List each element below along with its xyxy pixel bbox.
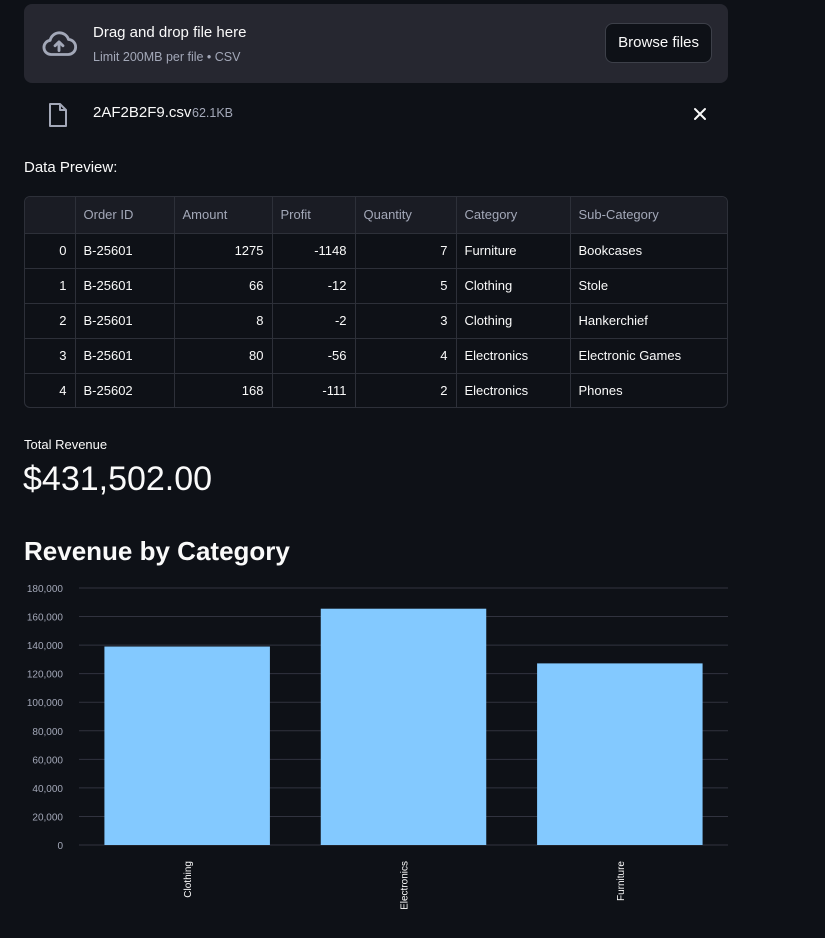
cell-order-id[interactable]: B-25601: [75, 338, 175, 374]
bar-furniture[interactable]: [537, 663, 703, 845]
x-tick-label: Furniture: [616, 861, 627, 901]
cell-order-id[interactable]: B-25601: [75, 303, 175, 339]
cell-category[interactable]: Clothing: [456, 303, 571, 339]
uploaded-file-row: 2AF2B2F9.csv 62.1KB: [24, 94, 728, 134]
cell-sub-category[interactable]: Stole: [570, 268, 727, 304]
cell-order-id[interactable]: B-25602: [75, 373, 175, 407]
dropzone-subtitle: Limit 200MB per file • CSV: [93, 50, 241, 64]
y-tick-label: 40,000: [32, 784, 63, 795]
y-tick-label: 20,000: [32, 812, 63, 823]
row-index: 4: [25, 373, 76, 407]
x-tick-label: Clothing: [183, 861, 194, 898]
cell-quantity[interactable]: 5: [355, 268, 457, 304]
table-row: 0 B-25601 1275 -1148 7 Furniture Bookcas…: [25, 233, 727, 269]
cell-category[interactable]: Electronics: [456, 373, 571, 407]
data-preview-label: Data Preview:: [24, 159, 118, 176]
y-tick-label: 0: [57, 841, 63, 852]
table-row: 1 B-25601 66 -12 5 Clothing Stole: [25, 268, 727, 304]
cell-profit[interactable]: -56: [272, 338, 356, 374]
column-header-index[interactable]: [25, 197, 76, 234]
y-tick-label: 60,000: [32, 755, 63, 766]
column-header-category[interactable]: Category: [456, 197, 571, 234]
table-header-row: Order ID Amount Profit Quantity Category…: [25, 197, 727, 234]
cell-amount[interactable]: 8: [174, 303, 273, 339]
y-tick-label: 80,000: [32, 727, 63, 738]
cell-sub-category[interactable]: Bookcases: [570, 233, 727, 269]
total-revenue-label: Total Revenue: [24, 437, 108, 452]
bar-electronics[interactable]: [320, 608, 487, 845]
bar-clothing[interactable]: [104, 646, 270, 845]
y-tick-label: 120,000: [27, 670, 64, 681]
cell-quantity[interactable]: 3: [355, 303, 457, 339]
cell-profit[interactable]: -2: [272, 303, 356, 339]
cell-amount[interactable]: 1275: [174, 233, 273, 269]
table-row: 3 B-25601 80 -56 4 Electronics Electroni…: [25, 338, 727, 374]
row-index: 3: [25, 338, 76, 374]
cell-profit[interactable]: -111: [272, 373, 356, 407]
cell-sub-category[interactable]: Hankerchief: [570, 303, 727, 339]
dropzone-title: Drag and drop file here: [93, 24, 247, 41]
cell-sub-category[interactable]: Electronic Games: [570, 338, 727, 374]
data-preview-table[interactable]: Order ID Amount Profit Quantity Category…: [24, 196, 728, 408]
chart-title: Revenue by Category: [24, 536, 290, 566]
total-revenue-value: $431,502.00: [23, 460, 213, 498]
cell-category[interactable]: Clothing: [456, 268, 571, 304]
close-icon[interactable]: [690, 104, 710, 124]
column-header-amount[interactable]: Amount: [174, 197, 273, 234]
cell-amount[interactable]: 66: [174, 268, 273, 304]
row-index: 0: [25, 233, 76, 269]
app-page: Drag and drop file here Limit 200MB per …: [0, 0, 825, 938]
cell-quantity[interactable]: 2: [355, 373, 457, 407]
cloud-upload-icon: [42, 31, 78, 56]
y-tick-label: 100,000: [27, 698, 64, 709]
table-row: 4 B-25602 168 -111 2 Electronics Phones: [25, 373, 727, 407]
file-dropzone[interactable]: Drag and drop file here Limit 200MB per …: [24, 4, 728, 83]
cell-amount[interactable]: 168: [174, 373, 273, 407]
row-index: 1: [25, 268, 76, 304]
revenue-bar-chart[interactable]: 180,000 160,000 140,000 120,000 100,000 80,00…: [0, 580, 825, 938]
cell-order-id[interactable]: B-25601: [75, 268, 175, 304]
row-index: 2: [25, 303, 76, 339]
uploaded-file-size: 62.1KB: [192, 106, 234, 120]
cell-order-id[interactable]: B-25601: [75, 233, 175, 269]
cell-category[interactable]: Electronics: [456, 338, 571, 374]
cell-amount[interactable]: 80: [174, 338, 273, 374]
cell-sub-category[interactable]: Phones: [570, 373, 727, 407]
file-icon: [49, 103, 67, 127]
column-header-profit[interactable]: Profit: [272, 197, 356, 234]
cell-profit[interactable]: -12: [272, 268, 356, 304]
table-row: 2 B-25601 8 -2 3 Clothing Hankerchief: [25, 303, 727, 339]
cell-quantity[interactable]: 4: [355, 338, 457, 374]
x-tick-label: Electronics: [400, 861, 411, 910]
uploaded-file-name: 2AF2B2F9.csv: [93, 104, 192, 121]
y-tick-label: 160,000: [27, 613, 64, 624]
column-header-quantity[interactable]: Quantity: [355, 197, 457, 234]
cell-quantity[interactable]: 7: [355, 233, 457, 269]
browse-files-button[interactable]: Browse files: [605, 23, 712, 63]
y-tick-label: 180,000: [27, 584, 64, 595]
column-header-sub-category[interactable]: Sub-Category: [570, 197, 727, 234]
y-tick-label: 140,000: [27, 641, 64, 652]
column-header-order-id[interactable]: Order ID: [75, 197, 175, 234]
cell-profit[interactable]: -1148: [272, 233, 356, 269]
cell-category[interactable]: Furniture: [456, 233, 571, 269]
